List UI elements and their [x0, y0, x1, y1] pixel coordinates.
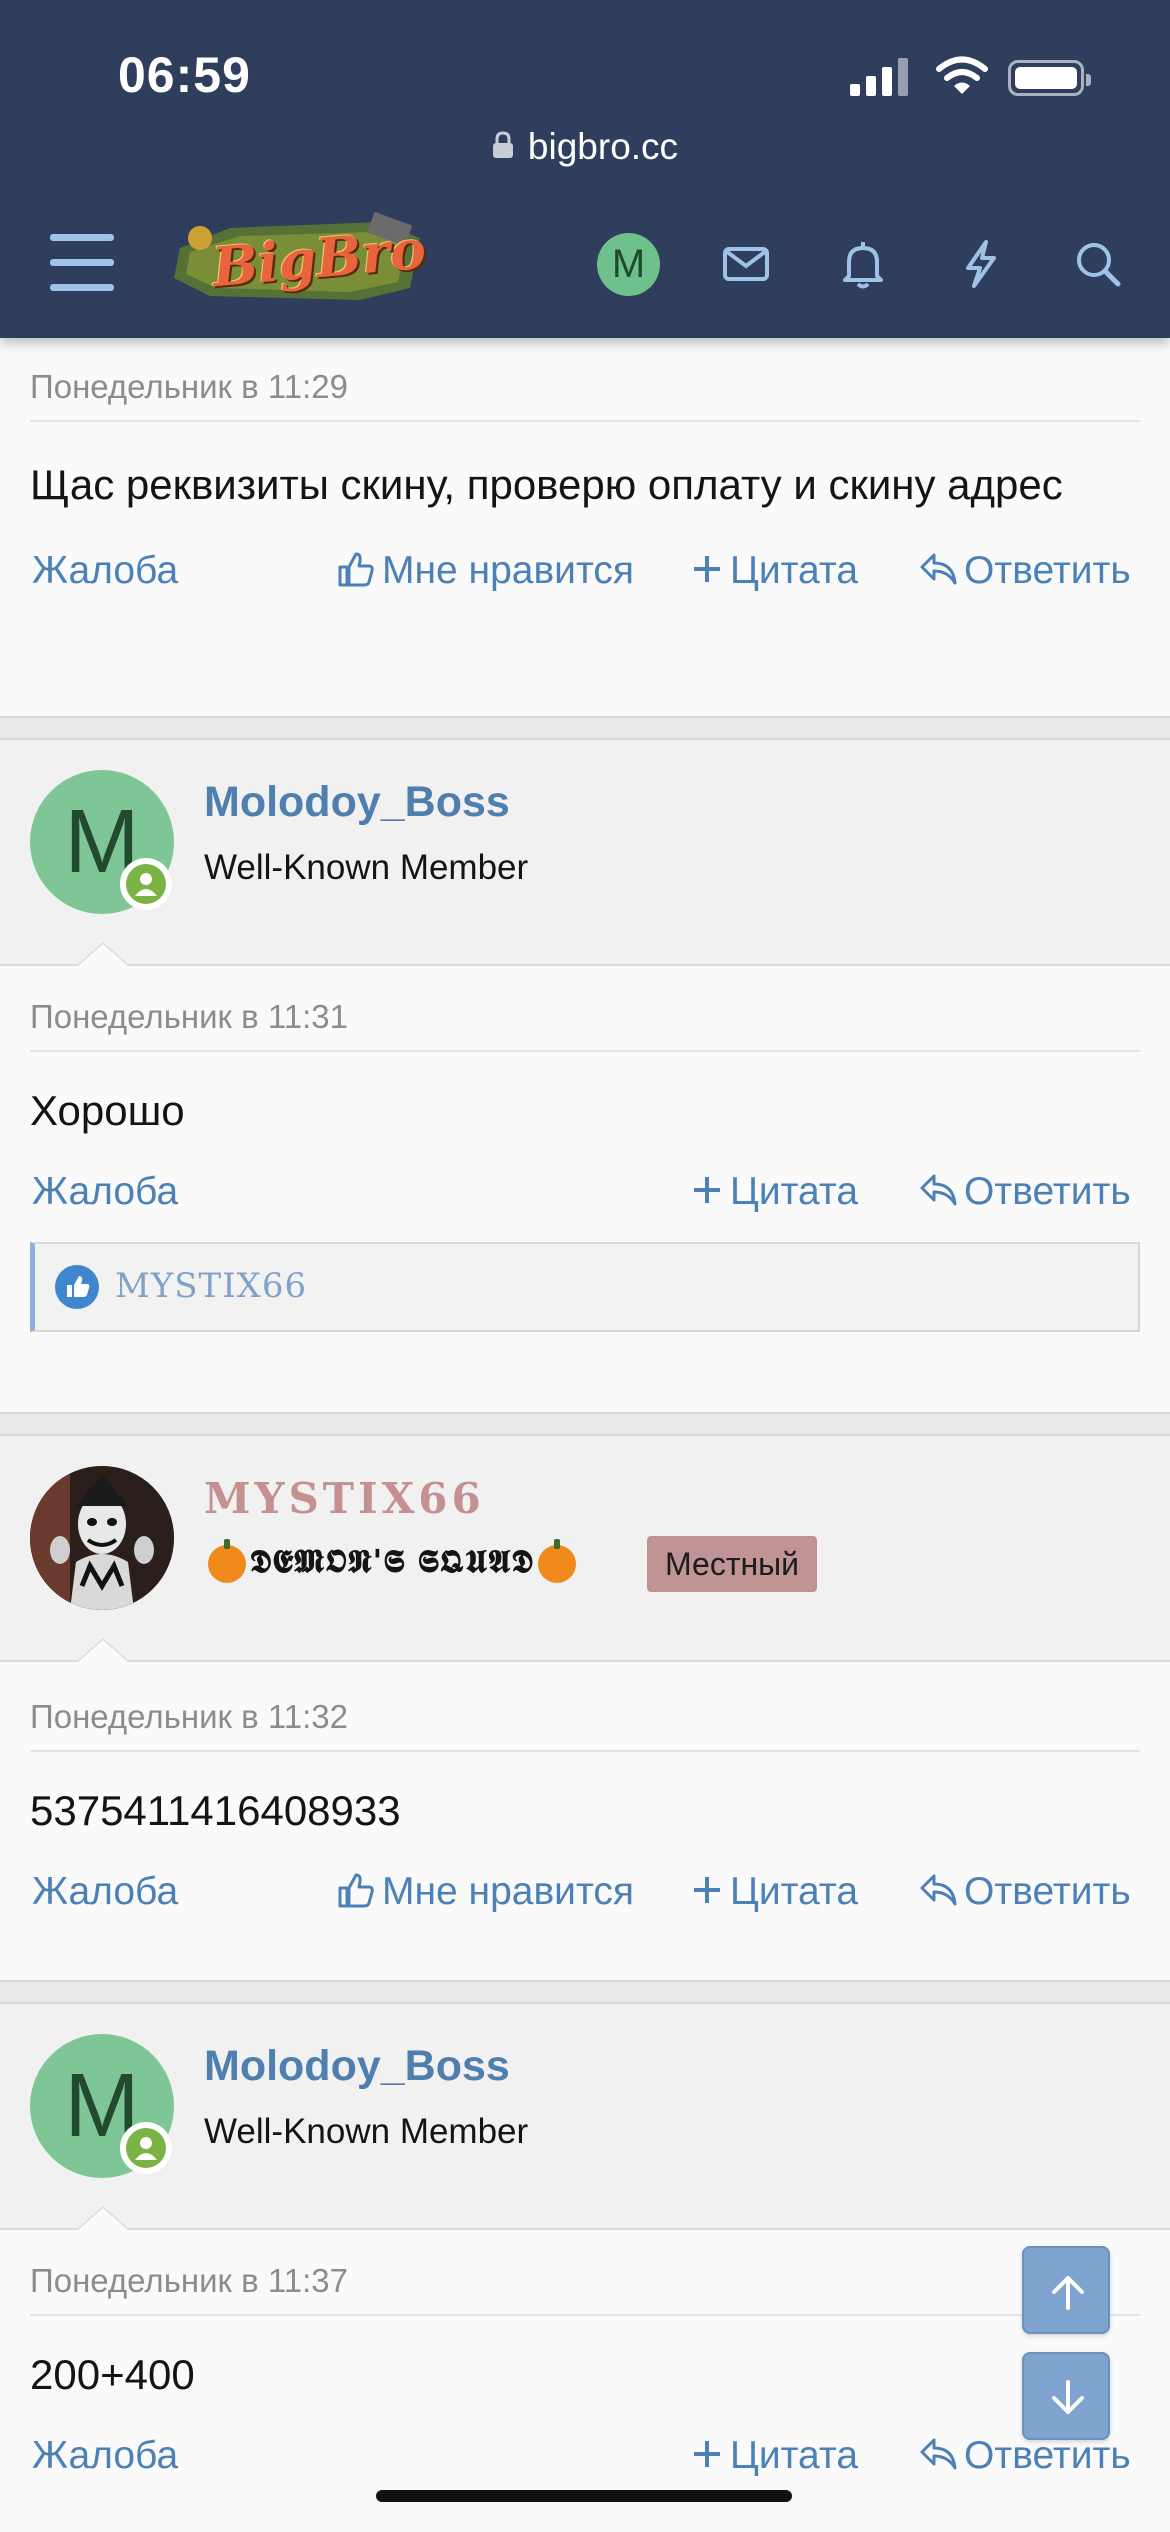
thumbs-up-icon — [338, 552, 374, 587]
quote-label: Цитата — [730, 1870, 859, 1913]
author-title-text: 𝕯𝕰𝕸𝕺𝕹'𝕾 𝕾𝕼𝖀𝕬𝕯 — [250, 1542, 534, 1580]
post-author: M Molodoy_Boss Well-Known Member — [0, 740, 1170, 966]
quote-label: Цитата — [730, 2434, 859, 2477]
online-status-icon — [120, 2122, 172, 2174]
user-avatar-button[interactable]: M — [597, 233, 660, 296]
quote-label: Цитата — [730, 1170, 859, 1213]
post: MYSTIX66 𝕯𝕰𝕸𝕺𝕹'𝕾 𝕾𝕼𝖀𝕬𝕯 Местный Понедельн… — [0, 1436, 1170, 1942]
post: M Molodoy_Boss Well-Known Member Понедел… — [0, 740, 1170, 1332]
report-link[interactable]: Жалоба — [32, 1142, 178, 1242]
post-actions: Жалоба Мне нравится Цитата Ответить — [0, 521, 1170, 621]
quote-label: Цитата — [730, 549, 859, 592]
reply-button[interactable]: Ответить — [918, 1842, 1131, 1942]
post-actions: Жалоба Мне нравится Цитата Ответить — [0, 1842, 1170, 1942]
post-separator — [0, 1980, 1170, 2004]
plus-icon — [694, 2440, 720, 2467]
menu-button[interactable] — [50, 234, 114, 292]
report-link[interactable]: Жалоба — [32, 1842, 178, 1942]
post-text: Хорошо — [30, 1087, 185, 1134]
mail-icon[interactable] — [718, 236, 774, 292]
like-button[interactable]: Мне нравится — [336, 1842, 634, 1942]
battery-icon — [1008, 60, 1091, 96]
reply-icon — [920, 1174, 957, 1206]
arrow-up-icon — [1052, 2276, 1084, 2310]
author-name[interactable]: Molodoy_Boss — [204, 778, 510, 827]
post-date[interactable]: Понедельник в 11:31 — [30, 998, 348, 1036]
author-name[interactable]: MYSTIX66 — [204, 1474, 485, 1523]
status-time: 06:59 — [118, 47, 251, 103]
plus-icon — [694, 1876, 720, 1903]
author-avatar[interactable] — [30, 1466, 174, 1610]
post-author: MYSTIX66 𝕯𝕰𝕸𝕺𝕹'𝕾 𝕾𝕼𝖀𝕬𝕯 Местный — [0, 1436, 1170, 1662]
reply-icon — [920, 553, 957, 585]
pumpkin-icon — [537, 1538, 576, 1583]
post-date[interactable]: Понедельник в 11:37 — [30, 2262, 348, 2300]
post-separator — [0, 716, 1170, 740]
author-title: 𝕯𝕰𝕸𝕺𝕹'𝕾 𝕾𝕼𝖀𝕬𝕯 — [204, 1538, 580, 1583]
post-text: 200+400 — [30, 2351, 195, 2398]
pumpkin-icon — [208, 1538, 246, 1583]
like-label: Мне нравится — [382, 549, 635, 592]
post-date[interactable]: Понедельник в 11:32 — [30, 1698, 348, 1736]
like-reaction-icon — [55, 1265, 99, 1309]
post-text: 5375411416408933 — [30, 1787, 401, 1834]
search-icon[interactable] — [1070, 236, 1126, 292]
lock-icon — [492, 131, 513, 159]
reaction-user[interactable]: MYSTIX66 — [115, 1266, 307, 1306]
report-link[interactable]: Жалоба — [32, 521, 178, 621]
reactions-bar[interactable]: MYSTIX66 — [30, 1242, 1140, 1332]
wifi-icon — [936, 56, 988, 94]
plus-icon — [694, 555, 720, 582]
status-icons — [850, 56, 1091, 96]
arrow-down-icon — [1052, 2380, 1084, 2414]
address-bar[interactable]: bigbro.cc — [0, 126, 1170, 168]
quote-button[interactable]: Цитата — [690, 521, 858, 621]
clown-avatar-icon — [30, 1466, 174, 1610]
post-separator — [0, 1412, 1170, 1436]
post-author: M Molodoy_Boss Well-Known Member — [0, 2004, 1170, 2230]
online-status-icon — [120, 858, 172, 910]
reply-icon — [920, 2438, 957, 2470]
post-text: Щас реквизиты скину, проверю оплату и ск… — [30, 461, 1063, 508]
scroll-top-button[interactable] — [1022, 2246, 1110, 2334]
reply-icon — [920, 1874, 957, 1906]
author-title: Well-Known Member — [204, 848, 529, 887]
plus-icon — [694, 1176, 720, 1203]
reply-label: Ответить — [964, 1870, 1131, 1913]
like-label: Мне нравится — [382, 1870, 635, 1913]
reply-label: Ответить — [964, 1170, 1131, 1213]
post: Понедельник в 11:29 Щас реквизиты скину,… — [0, 338, 1170, 621]
author-title: Well-Known Member — [204, 2112, 529, 2151]
thumbs-up-icon — [338, 1873, 374, 1908]
like-button[interactable]: Мне нравится — [336, 521, 634, 621]
post: M Molodoy_Boss Well-Known Member Понедел… — [0, 2004, 1170, 2506]
quote-button[interactable]: Цитата — [690, 1142, 858, 1242]
home-indicator[interactable] — [376, 2490, 792, 2502]
report-link[interactable]: Жалоба — [32, 2406, 178, 2506]
quote-button[interactable]: Цитата — [690, 1842, 858, 1942]
post-date[interactable]: Понедельник в 11:29 — [30, 368, 348, 406]
bell-icon[interactable] — [835, 236, 891, 292]
reply-button[interactable]: Ответить — [918, 521, 1131, 621]
reply-label: Ответить — [964, 549, 1131, 592]
url-text: bigbro.cc — [527, 126, 679, 167]
site-logo[interactable]: BigBro — [170, 208, 430, 312]
scroll-bottom-button[interactable] — [1022, 2352, 1110, 2440]
user-badge: Местный — [647, 1536, 818, 1592]
bolt-icon[interactable] — [952, 236, 1008, 292]
author-name[interactable]: Molodoy_Boss — [204, 2042, 510, 2091]
reply-label: Ответить — [964, 2434, 1131, 2477]
post-actions: Жалоба Цитата Ответить — [0, 1142, 1170, 1242]
reply-button[interactable]: Ответить — [918, 1142, 1131, 1242]
app-header: 06:59 bigbro.cc BigBro M — [0, 0, 1170, 338]
